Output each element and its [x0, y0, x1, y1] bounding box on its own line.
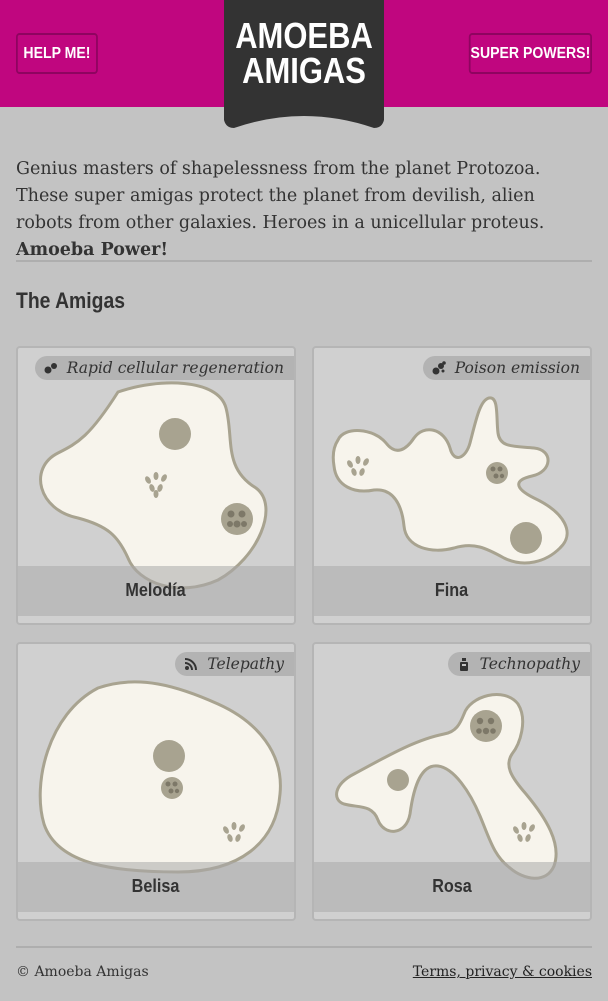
power-badge: Technopathy: [447, 652, 590, 676]
logo-line-2: AMIGAS: [242, 50, 366, 91]
divider: [16, 260, 592, 262]
cells-icon: [44, 363, 57, 374]
signal-icon: [185, 658, 198, 671]
amiga-name: Belisa: [18, 862, 294, 912]
intro-emphasis: Amoeba Power!: [16, 240, 169, 260]
power-label: Telepathy: [207, 655, 284, 673]
power-badge: Rapid cellular regeneration: [34, 356, 294, 380]
amiga-name: Fina: [314, 566, 590, 616]
power-label: Poison emission: [454, 359, 580, 377]
amiga-name: Melodía: [18, 566, 294, 616]
super-powers-button[interactable]: SUPER POWERS!: [468, 33, 592, 74]
power-label: Technopathy: [479, 655, 580, 673]
copyright: © Amoeba Amigas: [16, 964, 149, 980]
section-title: The Amigas: [16, 288, 126, 313]
terms-link[interactable]: Terms, privacy & cookies: [413, 964, 592, 980]
amiga-name: Rosa: [314, 862, 590, 912]
amiga-card-fina[interactable]: Poison emission Fina: [312, 346, 592, 625]
help-button[interactable]: HELP ME!: [16, 33, 98, 74]
logo-line-1: AMOEBA: [235, 15, 373, 56]
poison-icon: [432, 361, 446, 375]
power-badge: Telepathy: [175, 652, 294, 676]
amiga-card-rosa[interactable]: Technopathy Rosa: [312, 642, 592, 921]
amiga-card-melodia[interactable]: Rapid cellular regeneration Melodía: [16, 346, 296, 625]
power-label: Rapid cellular regeneration: [66, 359, 284, 377]
site-logo[interactable]: AMOEBA AMIGAS: [224, 0, 384, 130]
divider: [16, 946, 592, 948]
intro-text: Genius masters of shapelessness from the…: [16, 159, 545, 233]
robot-icon: [459, 658, 468, 671]
power-badge: Poison emission: [422, 356, 590, 380]
amiga-card-belisa[interactable]: Telepathy Belisa: [16, 642, 296, 921]
intro-paragraph: Genius masters of shapelessness from the…: [16, 156, 592, 264]
